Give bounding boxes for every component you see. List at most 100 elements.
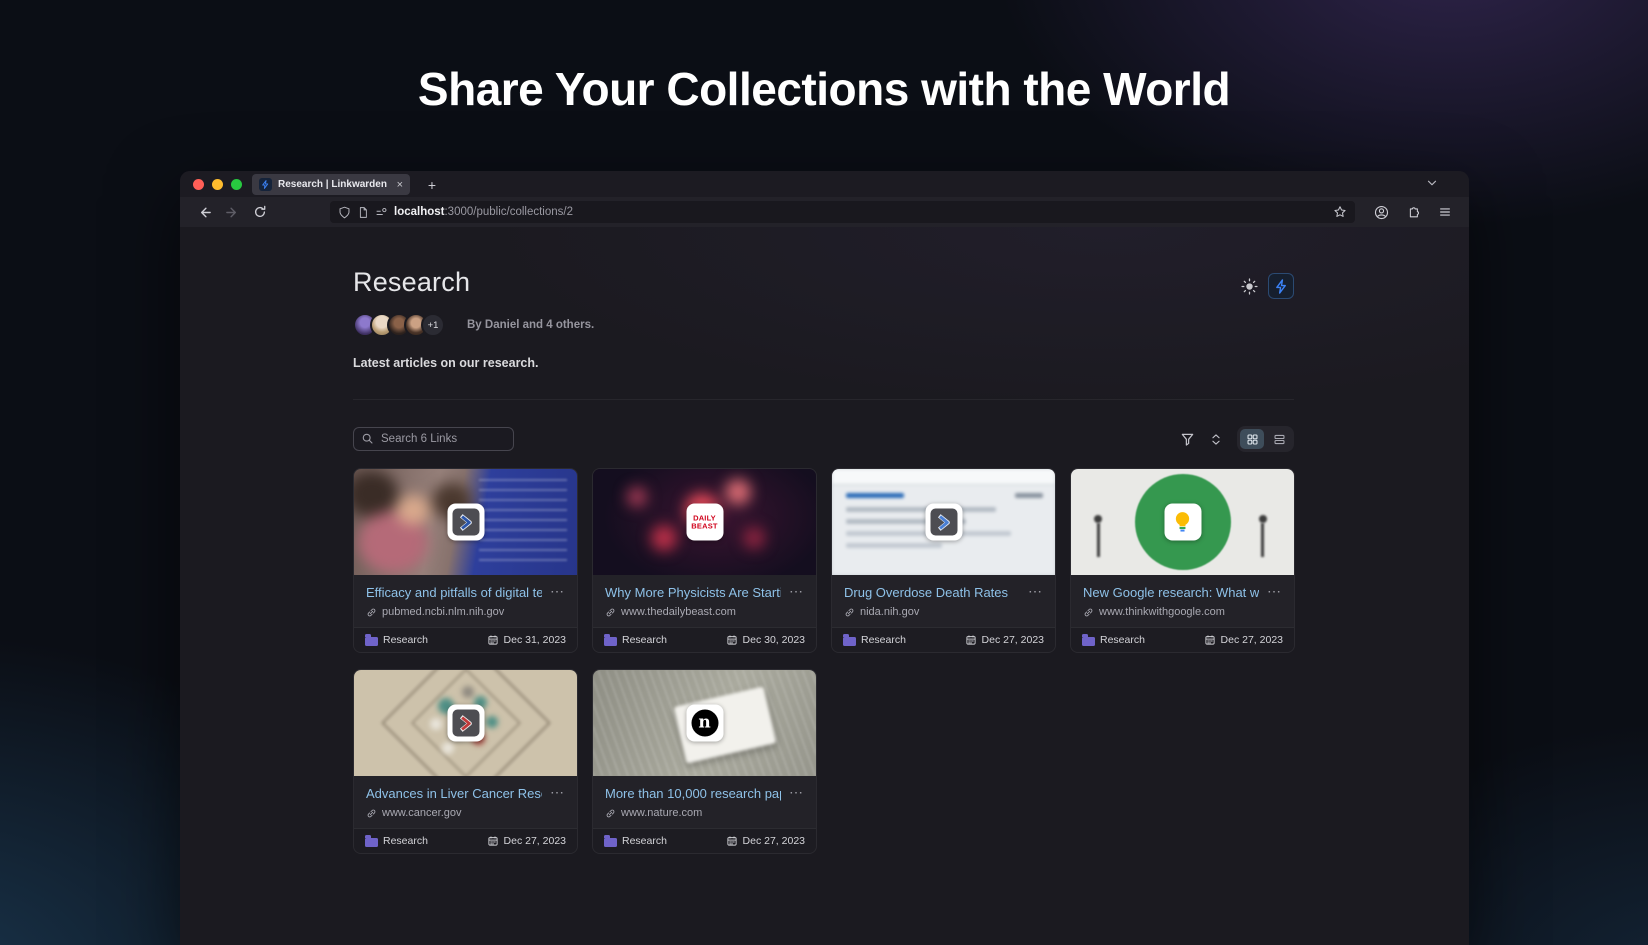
link-title[interactable]: Advances in Liver Cancer Research (366, 786, 542, 801)
thumbnail-text-lines (479, 479, 567, 565)
calendar-icon (487, 635, 498, 645)
linkwarden-logo[interactable] (1268, 273, 1294, 299)
collection-label: Research (622, 835, 667, 847)
filter-icon[interactable] (1180, 432, 1195, 447)
maximize-window-button[interactable] (231, 178, 242, 190)
theme-toggle-sun-icon[interactable] (1241, 277, 1258, 295)
link-icon (845, 608, 854, 616)
bookmark-star-icon[interactable] (1333, 205, 1347, 219)
link-url: pubmed.ncbi.nlm.nih.gov (382, 606, 505, 618)
close-tab-icon[interactable]: × (397, 179, 403, 191)
folder-icon (365, 634, 378, 646)
nida-favicon (925, 503, 962, 541)
folder-icon (843, 634, 856, 646)
link-title[interactable]: More than 10,000 research papers ... (605, 786, 781, 801)
link-title[interactable]: Efficacy and pitfalls of digital techn..… (366, 585, 542, 600)
calendar-icon (726, 836, 737, 846)
link-date: Dec 27, 2023 (503, 835, 566, 847)
menu-hamburger-icon[interactable] (1433, 200, 1457, 224)
linkwarden-favicon-icon (259, 178, 272, 191)
search-icon (361, 432, 374, 445)
new-tab-button[interactable]: + (422, 174, 442, 195)
link-thumbnail: DAILY BEAST (593, 469, 816, 575)
calendar-icon (726, 635, 737, 645)
favicon-text: BEAST (691, 521, 718, 530)
collection-byline: By Daniel and 4 others. (467, 319, 595, 331)
browser-tab[interactable]: Research | Linkwarden × (252, 174, 410, 195)
link-card[interactable]: Drug Overdose Death Rates ⋯ nida.nih.gov… (831, 468, 1056, 653)
collection-label: Research (861, 634, 906, 646)
section-divider (353, 399, 1294, 400)
cancergov-favicon (447, 704, 484, 742)
link-title[interactable]: Drug Overdose Death Rates (844, 585, 1020, 600)
browser-window: Research | Linkwarden × + localhost:3000… (180, 171, 1469, 945)
link-thumbnail (354, 670, 577, 776)
link-thumbnail: n (593, 670, 816, 776)
link-icon (1084, 608, 1093, 616)
list-controls (1180, 426, 1294, 452)
link-card[interactable]: New Google research: What we no... ⋯ www… (1070, 468, 1295, 653)
favicon-letter: n (691, 709, 718, 737)
navigation-toolbar: localhost:3000/public/collections/2 (180, 197, 1469, 227)
link-date: Dec 31, 2023 (503, 634, 566, 646)
collection-label: Research (383, 835, 428, 847)
sort-icon[interactable] (1209, 432, 1223, 447)
link-card[interactable]: Advances in Liver Cancer Research ⋯ www.… (353, 669, 578, 854)
minimize-window-button[interactable] (212, 178, 223, 190)
page-info-icon[interactable] (357, 206, 369, 219)
more-options-icon[interactable]: ⋯ (550, 785, 565, 799)
link-url: www.nature.com (621, 807, 703, 819)
collection-title: Research (353, 267, 471, 297)
grid-view-icon[interactable] (1240, 429, 1264, 449)
link-date: Dec 27, 2023 (742, 835, 805, 847)
more-options-icon[interactable]: ⋯ (789, 584, 804, 598)
list-view-icon[interactable] (1267, 429, 1291, 449)
extensions-icon[interactable] (1401, 200, 1425, 224)
link-card[interactable]: DAILY BEAST Why More Physicists Are Start… (592, 468, 817, 653)
more-options-icon[interactable]: ⋯ (789, 785, 804, 799)
link-date: Dec 27, 2023 (1220, 634, 1283, 646)
address-bar[interactable]: localhost:3000/public/collections/2 (330, 201, 1355, 223)
url-text[interactable]: localhost:3000/public/collections/2 (394, 206, 1327, 218)
forward-icon[interactable] (220, 200, 244, 224)
window-controls (193, 178, 242, 190)
reload-icon[interactable] (248, 200, 272, 224)
calendar-icon (1204, 635, 1215, 645)
more-options-icon[interactable]: ⋯ (550, 584, 565, 598)
link-thumbnail (354, 469, 577, 575)
link-title[interactable]: Why More Physicists Are Starting to... (605, 585, 781, 600)
collection-label: Research (622, 634, 667, 646)
page-controls (1241, 273, 1294, 299)
permissions-icon[interactable] (375, 206, 388, 219)
link-title[interactable]: New Google research: What we no... (1083, 585, 1259, 600)
desktop-background: { "hero": { "title": "Share Your Collect… (0, 0, 1648, 945)
link-date: Dec 27, 2023 (981, 634, 1044, 646)
link-url: nida.nih.gov (860, 606, 920, 618)
search-input[interactable] (353, 427, 514, 451)
calendar-icon (487, 836, 498, 846)
link-url: www.thinkwithgoogle.com (1099, 606, 1225, 618)
more-options-icon[interactable]: ⋯ (1267, 584, 1282, 598)
tab-bar: Research | Linkwarden × + (180, 171, 1469, 197)
view-toggle (1237, 426, 1294, 452)
link-card[interactable]: Efficacy and pitfalls of digital techn..… (353, 468, 578, 653)
shield-icon[interactable] (338, 206, 351, 219)
collection-label: Research (383, 634, 428, 646)
search-box (353, 427, 514, 451)
link-date: Dec 30, 2023 (742, 634, 805, 646)
more-options-icon[interactable]: ⋯ (1028, 584, 1043, 598)
account-icon[interactable] (1369, 200, 1393, 224)
pubmed-favicon (447, 503, 484, 541)
list-all-tabs-icon[interactable] (1425, 176, 1439, 190)
collection-container: Research +1 By Daniel and 4 others. Late… (353, 267, 1295, 854)
close-window-button[interactable] (193, 178, 204, 190)
thinkwithgoogle-favicon (1164, 503, 1201, 541)
folder-icon (604, 835, 617, 847)
byline-row: +1 By Daniel and 4 others. (353, 313, 1294, 337)
list-toolbar (353, 426, 1294, 452)
back-icon[interactable] (192, 200, 216, 224)
link-card[interactable]: n More than 10,000 research papers ... ⋯… (592, 669, 817, 854)
link-icon (367, 809, 376, 817)
link-thumbnail (1071, 469, 1294, 575)
folder-icon (365, 835, 378, 847)
